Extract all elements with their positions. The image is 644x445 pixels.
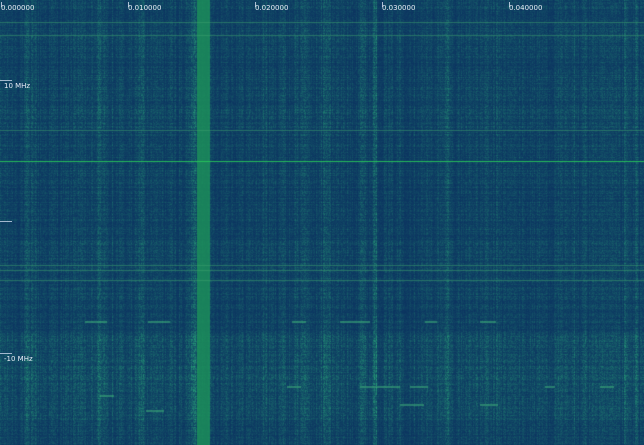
spectrogram-viewer[interactable]: 0.000000 0.010000 0.020000 0.030000 0.04… xyxy=(0,0,644,445)
time-axis: 0.000000 0.010000 0.020000 0.030000 0.04… xyxy=(0,0,644,22)
time-label-4: 0.040000 xyxy=(509,4,543,12)
freq-tick-center xyxy=(0,221,12,222)
time-label-1: 0.010000 xyxy=(128,4,162,12)
time-label-3: 0.030000 xyxy=(382,4,416,12)
freq-tick-top xyxy=(0,80,12,81)
freq-label-top: 10 MHz xyxy=(4,82,31,90)
spectrogram-canvas[interactable] xyxy=(0,0,644,445)
freq-tick-bottom xyxy=(0,353,12,354)
time-label-2: 0.020000 xyxy=(255,4,289,12)
time-label-0: 0.000000 xyxy=(1,4,35,12)
freq-label-bottom: -10 MHz xyxy=(4,355,33,363)
